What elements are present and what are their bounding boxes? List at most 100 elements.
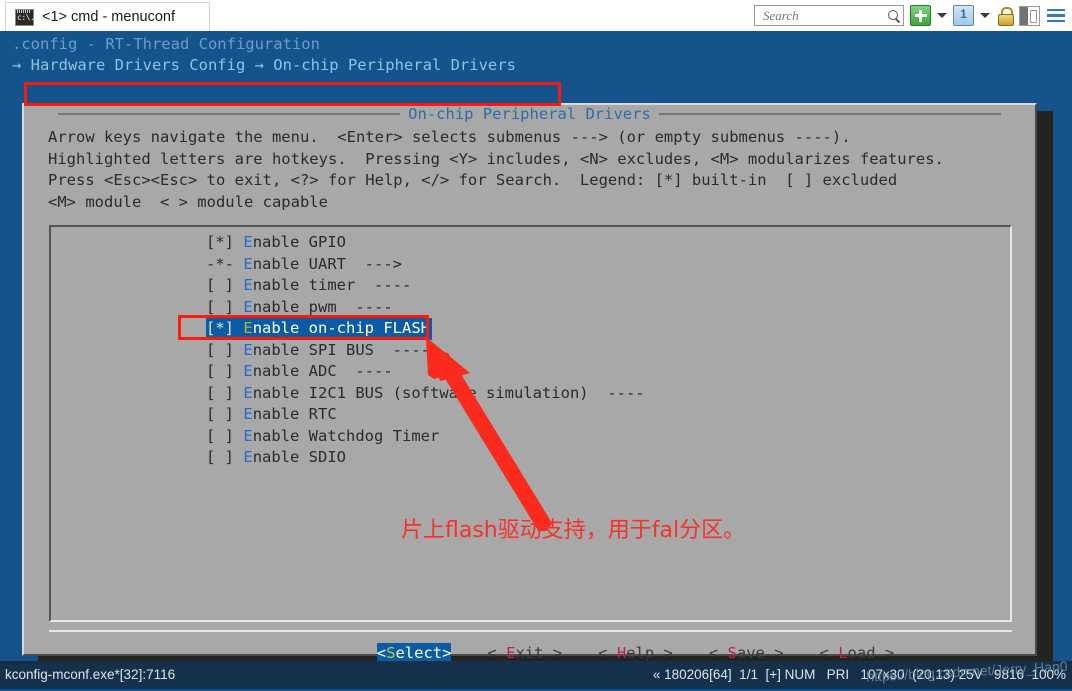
menu-item-hotkey: E [243, 448, 253, 466]
button-prefix: < [708, 643, 728, 662]
button-suffix: > [543, 643, 563, 662]
menu-item-hotkey: E [243, 254, 253, 273]
menu-items: [*] Enable GPIO -*- Enable UART --->[ ] E… [206, 232, 645, 469]
terminal-tab[interactable]: <1> cmd - menuconf [5, 2, 210, 31]
menu-item[interactable]: [ ] Enable timer ---- [206, 275, 645, 297]
menu-item-label: nable ADC [252, 362, 337, 380]
menu-item-hotkey: E [243, 426, 253, 445]
button-label: elect [395, 643, 443, 662]
menu-item[interactable]: [*] Enable GPIO [206, 232, 645, 254]
menu-item-checkbox[interactable]: -*- [206, 255, 234, 273]
menu-item[interactable]: [ ] Enable RTC [206, 404, 645, 426]
menu-item[interactable]: -*- Enable UART ---> [206, 254, 645, 276]
dialog-title-bar: On-chip Peripheral Drivers [24, 104, 1035, 124]
button-label: xit [515, 643, 544, 662]
menu-item-checkbox[interactable]: [ ] [206, 427, 234, 445]
breadcrumb-highlight-box [24, 82, 561, 106]
menu-item-hotkey: E [243, 362, 253, 380]
status-process: kconfig-mconf.exe*[32]:7116 [5, 667, 176, 682]
menu-item-checkbox[interactable]: [ ] [206, 384, 234, 402]
title-rule-right [658, 113, 1001, 115]
menu-item-checkbox[interactable]: [ ] [206, 362, 234, 380]
button-suffix: > [442, 643, 452, 662]
console-icon [15, 8, 34, 26]
menu-item-row[interactable]: [ ] Enable RTC [206, 404, 645, 426]
menu-item-checkbox[interactable]: [*] [206, 233, 234, 251]
window-list-dropdown-icon[interactable] [980, 13, 990, 18]
button-prefix: < [487, 643, 507, 662]
search-icon[interactable] [887, 9, 901, 23]
tab-title: <1> cmd - menuconf [42, 9, 175, 25]
button-prefix: < [819, 643, 839, 662]
new-tab-dropdown-icon[interactable] [937, 13, 947, 18]
menu-item-tail: ---> [346, 254, 403, 273]
menu-item-hotkey: E [243, 340, 253, 359]
menu-item-label: nable pwm [252, 297, 337, 316]
menu-item-tail: ---- [374, 340, 431, 359]
console-area: .config - RT-Thread Configuration → Hard… [0, 31, 1072, 671]
menu-item-label: nable timer [252, 276, 356, 294]
button-suffix: > [875, 643, 895, 662]
menu-item-checkbox[interactable]: [ ] [206, 298, 234, 316]
title-rule-left [58, 113, 401, 115]
menu-item-label: nable SDIO [252, 448, 347, 466]
menu-item-tail: ---- [336, 297, 393, 316]
title-bar: <1> cmd - menuconf [0, 0, 1072, 31]
menu-item-row[interactable]: [ ] Enable Watchdog Timer [206, 426, 645, 448]
lock-icon[interactable] [996, 6, 1014, 26]
menu-item-tail: ---- [355, 276, 412, 294]
menu-item[interactable]: [ ] Enable I2C1 BUS (software simulation… [206, 383, 645, 405]
menu-item-tail: ---- [336, 362, 393, 380]
menu-item-row[interactable]: [ ] Enable SDIO [206, 447, 645, 469]
button-suffix: > [654, 643, 673, 662]
menu-item-checkbox[interactable]: [ ] [206, 448, 234, 466]
menu-item-hotkey: E [243, 297, 253, 316]
window-list-icon[interactable] [953, 5, 974, 26]
menu-item-checkbox[interactable]: [ ] [206, 341, 234, 359]
menu-item[interactable]: [ ] Enable SDIO [206, 447, 645, 469]
menu-item-label: nable GPIO [252, 233, 347, 251]
button-prefix: < [376, 643, 387, 662]
search-box[interactable] [754, 5, 904, 26]
menu-item-hotkey: E [243, 383, 253, 402]
menu-item[interactable]: [ ] Enable Watchdog Timer [206, 426, 645, 448]
menu-item-hotkey: E [243, 405, 253, 423]
menu-item-label: nable UART [252, 254, 347, 273]
menu-item-hotkey: E [243, 233, 253, 251]
button-hotkey: S [727, 643, 737, 662]
menu-item[interactable]: [ ] Enable SPI BUS ---- [206, 340, 645, 362]
button-hotkey: H [616, 643, 627, 662]
breadcrumb: → Hardware Drivers Config → On-chip Peri… [12, 56, 516, 74]
menuconfig-dialog: On-chip Peripheral Drivers Arrow keys na… [22, 103, 1037, 664]
button-hotkey: L [838, 643, 848, 662]
menu-item-tail: ---- [588, 383, 645, 402]
menu-item-label: nable I2C1 BUS (software simulation) [252, 383, 589, 402]
menu-item-checkbox[interactable]: [ ] [206, 405, 234, 423]
menu-item-row[interactable]: [ ] Enable I2C1 BUS (software simulation… [206, 383, 645, 405]
menu-item-checkbox[interactable]: [ ] [206, 276, 234, 294]
menu-list-box: [*] Enable GPIO -*- Enable UART --->[ ] E… [49, 225, 1012, 622]
menu-item-row[interactable]: -*- Enable UART ---> [206, 254, 645, 276]
menu-item-row[interactable]: [*] Enable GPIO [206, 232, 645, 254]
button-prefix: < [598, 643, 617, 662]
hamburger-menu-icon[interactable] [1046, 8, 1066, 24]
button-suffix: > [764, 643, 784, 662]
menu-item-label: nable Watchdog Timer [252, 426, 440, 445]
pane-toggle-icon[interactable] [1019, 5, 1040, 26]
config-title: .config - RT-Thread Configuration [12, 35, 320, 53]
new-tab-icon[interactable] [910, 5, 931, 26]
button-label: oad [847, 643, 876, 662]
dialog-title: On-chip Peripheral Drivers [408, 104, 651, 123]
menu-item-row[interactable]: [ ] Enable timer ---- [206, 275, 645, 297]
menu-item-label: nable RTC [252, 405, 337, 423]
menu-item-hotkey: E [243, 276, 253, 294]
menu-item-label: nable SPI BUS [252, 340, 375, 359]
menu-item-row[interactable]: [ ] Enable SPI BUS ---- [206, 340, 645, 362]
search-input[interactable] [761, 6, 887, 25]
menu-item[interactable]: [ ] Enable ADC ---- [206, 361, 645, 383]
menu-item-row[interactable]: [ ] Enable ADC ---- [206, 361, 645, 383]
app-root: <1> cmd - menuconf .config - RT-Thread C… [0, 0, 1072, 691]
button-separator [49, 630, 1012, 632]
button-label: elp [626, 643, 655, 662]
flash-option-highlight-box [178, 315, 429, 340]
